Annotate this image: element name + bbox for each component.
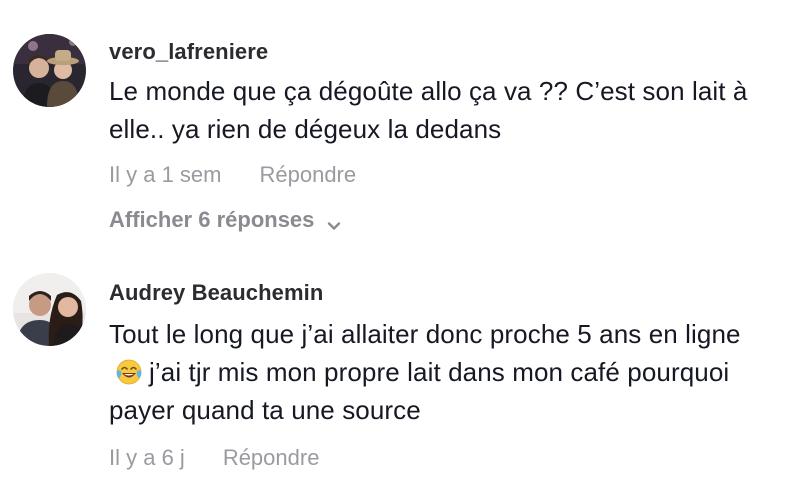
comment-text: Le monde que ça dégoûte allo ça va ?? C’… [109, 76, 748, 144]
reply-button[interactable]: Répondre [223, 443, 320, 473]
comment-timestamp: Il y a 6 j [109, 445, 185, 470]
view-replies-label: Afficher 6 réponses [109, 207, 315, 232]
tears-of-joy-emoji-icon [115, 358, 143, 386]
avatar[interactable] [13, 273, 86, 346]
comment-username[interactable]: Audrey Beauchemin [109, 279, 782, 307]
comment-username[interactable]: vero_lafreniere [109, 38, 782, 66]
avatar[interactable] [13, 34, 86, 107]
reply-button[interactable]: Répondre [259, 160, 356, 190]
comment-meta: Il y a 6 j Répondre [109, 443, 782, 473]
comment-meta: Il y a 1 sem Répondre [109, 160, 782, 190]
comment-text-part: j’ai tjr mis mon propre lait dans mon ca… [109, 357, 730, 425]
comment-text: Tout le long que j’ai allaiter donc proc… [109, 315, 769, 429]
view-replies-button[interactable]: Afficher 6 réponses [109, 205, 782, 235]
comment-timestamp: Il y a 1 sem [109, 162, 222, 187]
chevron-down-icon [326, 212, 342, 230]
comment-text-part: Tout le long que j’ai allaiter donc proc… [109, 319, 741, 349]
